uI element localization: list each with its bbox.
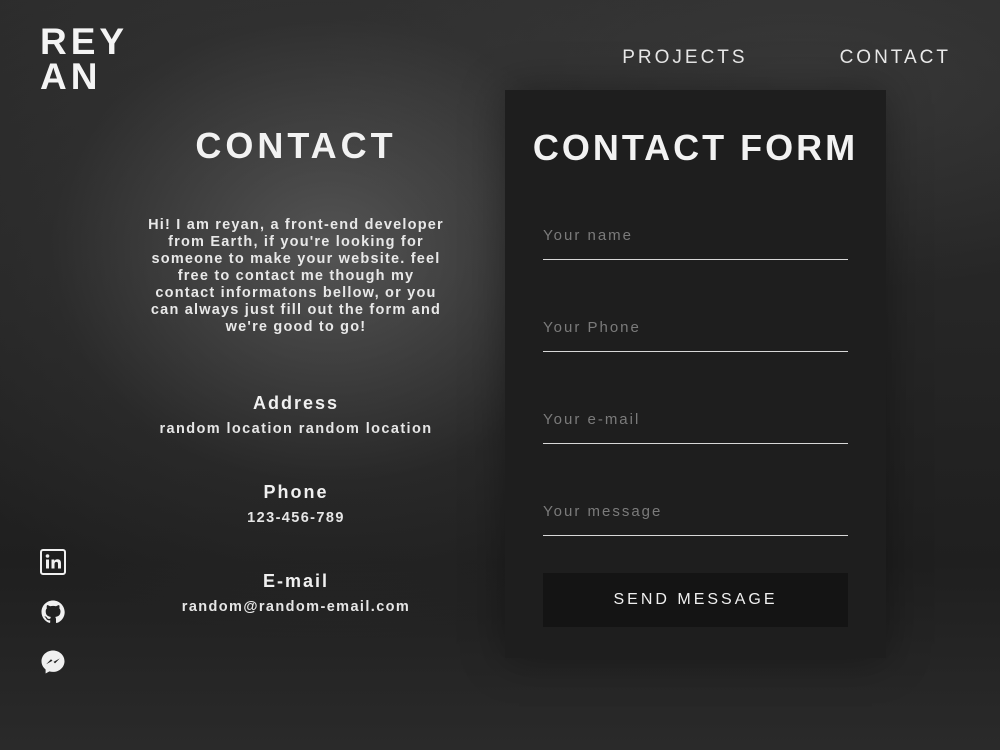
nav-link-contact[interactable]: CONTACT — [840, 47, 951, 69]
phone-label: Phone — [263, 482, 329, 502]
send-message-button[interactable]: SEND MESSAGE — [543, 573, 848, 627]
address-block: Address random location random location — [140, 392, 452, 438]
contact-title: CONTACT — [195, 125, 397, 166]
email-block: E-mail random@random-email.com — [140, 570, 452, 616]
email-value: random@random-email.com — [181, 599, 411, 615]
phone-block: Phone 123-456-789 — [140, 481, 452, 527]
contact-form-panel: CONTACT FORM SEND MESSAGE — [505, 90, 886, 658]
logo-line-2: AN — [40, 56, 102, 97]
address-value: random location random location — [159, 421, 433, 437]
linkedin-icon[interactable] — [40, 549, 66, 575]
logo-line-1: REY — [40, 21, 129, 62]
phone-value: 123-456-789 — [247, 510, 345, 526]
main-nav: PROJECTS CONTACT — [622, 47, 951, 69]
contact-info: CONTACT Hi! I am reyan, a front-end deve… — [140, 122, 452, 615]
nav-link-projects[interactable]: PROJECTS — [622, 47, 747, 69]
site-logo[interactable]: REY AN — [40, 21, 129, 97]
intro-text: Hi! I am reyan, a front-end developer fr… — [148, 217, 444, 335]
contact-form-title: CONTACT FORM — [532, 127, 859, 168]
email-label: E-mail — [262, 571, 330, 591]
name-input[interactable] — [543, 220, 848, 260]
social-links — [40, 549, 66, 675]
github-icon[interactable] — [40, 599, 66, 625]
message-input[interactable] — [543, 496, 848, 536]
phone-input[interactable] — [543, 312, 848, 352]
email-input[interactable] — [543, 404, 848, 444]
address-label: Address — [252, 393, 340, 413]
messenger-icon[interactable] — [40, 649, 66, 675]
